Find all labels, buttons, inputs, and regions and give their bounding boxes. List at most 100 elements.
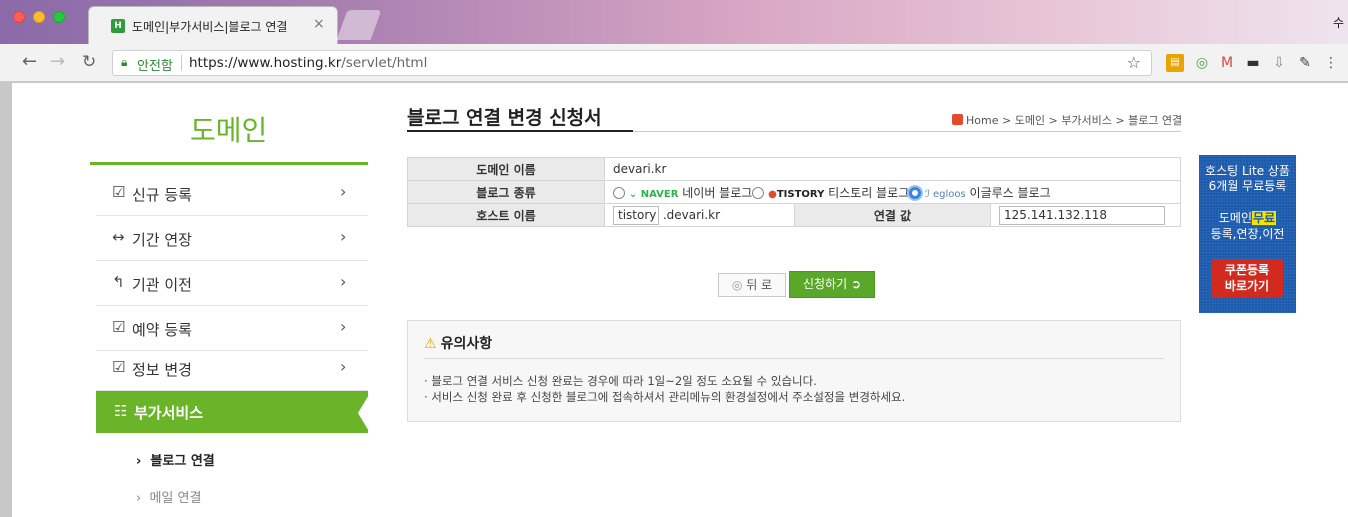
radio-tistory[interactable]	[752, 186, 765, 199]
sidebar-item-reservation[interactable]: ☑ 예약 등록 ›	[96, 306, 368, 351]
home-icon[interactable]	[952, 114, 963, 125]
page-title: 블로그 연결 변경 신청서	[407, 107, 602, 129]
lock-icon: 🔒︎	[121, 55, 128, 69]
apply-button-label: 신청하기	[802, 277, 848, 291]
reply-icon: ↰	[112, 273, 125, 291]
naver-brand-text: NAVER	[640, 188, 679, 200]
sidebar-item-label: 정보 변경	[132, 361, 192, 379]
divider	[181, 55, 182, 71]
site-favicon-icon: H	[111, 19, 125, 33]
banner-highlight: 무료	[1252, 211, 1277, 225]
host-cell: tistory .devari.kr	[604, 203, 795, 227]
table-row: 블로그 종류 ⌄ NAVER 네이버 블로그 ●TISTORY 티스토리 블로그…	[407, 180, 1181, 204]
minimize-window-button[interactable]	[33, 11, 45, 23]
url-host: https://www.hosting.kr	[189, 55, 342, 71]
host-suffix: .devari.kr	[662, 207, 721, 222]
extension-mask-icon[interactable]: ▬	[1244, 54, 1262, 72]
sidebar-item-renewal[interactable]: ↔ 기간 연장 ›	[96, 216, 368, 261]
sidebar-item-info-change[interactable]: ☑ 정보 변경 ›	[96, 346, 368, 391]
notice-divider	[424, 358, 1164, 359]
maximize-window-button[interactable]	[53, 11, 65, 23]
url-path: /servlet/html	[341, 55, 428, 71]
extension-refresh-icon[interactable]: ◎	[1193, 54, 1211, 72]
address-bar[interactable]: 🔒︎ 안전함 https://www.hosting.kr/servlet/ht…	[112, 50, 1152, 76]
banner-line: 도메인무료	[1199, 210, 1296, 226]
extension-rss-icon[interactable]: ▤	[1166, 54, 1184, 72]
tab-close-icon[interactable]: ×	[313, 16, 325, 32]
browser-toolbar: ← → ↻ 🔒︎ 안전함 https://www.hosting.kr/serv…	[0, 44, 1348, 82]
submenu-blog-link[interactable]: › 블로그 연결	[136, 450, 215, 469]
tistory-logo: ●TISTORY	[768, 188, 825, 200]
table-row: 도메인 이름 devari.kr	[407, 157, 1181, 181]
gmail-icon[interactable]: M	[1218, 54, 1236, 72]
browser-tab-active[interactable]: H 도메인|부가서비스|블로그 연결 ×	[88, 6, 338, 44]
edit-icon: ☑	[112, 318, 126, 336]
connection-value-input[interactable]: 125.141.132.118	[999, 205, 1165, 225]
sliders-icon: ☷	[114, 402, 128, 420]
title-underline	[407, 130, 633, 132]
blog-type-options: ⌄ NAVER 네이버 블로그 ●TISTORY 티스토리 블로그 ℐ eglo…	[604, 180, 1181, 204]
reload-icon[interactable]: ↻	[82, 52, 96, 72]
browser-titlebar: H 도메인|부가서비스|블로그 연결 × 수	[0, 0, 1348, 44]
back-arrow-icon[interactable]: ←	[22, 52, 37, 72]
back-button[interactable]: ◎ 뒤 로	[718, 273, 786, 297]
connection-cell: 125.141.132.118	[990, 203, 1181, 227]
radio-egloos[interactable]	[909, 186, 922, 199]
host-name-input[interactable]: tistory	[613, 205, 659, 225]
warning-icon: ⚠	[424, 336, 437, 352]
banner-line: 6개월 무료등록	[1208, 179, 1287, 193]
forward-arrow-icon[interactable]: →	[50, 52, 65, 72]
sidebar-title: 도메인	[190, 114, 268, 147]
notice-title-text: 유의사항	[440, 336, 493, 352]
radio-naver[interactable]	[613, 186, 625, 199]
banner-line-part: 도메인	[1218, 211, 1253, 225]
coupon-button-line: 쿠폰등록	[1224, 263, 1270, 277]
download-icon[interactable]: ⇩	[1270, 54, 1288, 72]
breadcrumb-text[interactable]: Home > 도메인 > 부가서비스 > 블로그 연결	[966, 114, 1182, 127]
promo-banner[interactable]: 호스팅 Lite 상품 6개월 무료등록 도메인무료 등록,연장,이전 쿠폰등록…	[1199, 155, 1296, 313]
sidebar-item-new-registration[interactable]: ☑ 신규 등록 ›	[96, 171, 368, 216]
domain-value: devari.kr	[604, 157, 1181, 181]
sidebar-item-transfer[interactable]: ↰ 기관 이전 ›	[96, 261, 368, 306]
naver-logo: ⌄ NAVER	[628, 188, 679, 200]
bookmark-star-icon[interactable]: ☆	[1127, 53, 1141, 72]
url-text[interactable]: https://www.hosting.kr/servlet/html	[189, 55, 427, 71]
chevron-right-icon: ›	[340, 317, 347, 336]
domain-label: 도메인 이름	[407, 157, 605, 181]
menu-dots-icon[interactable]: ⋮	[1322, 54, 1340, 72]
chevron-right-icon: ›	[340, 272, 347, 291]
banner-line: 등록,연장,이전	[1210, 227, 1285, 241]
sidebar-item-label: 기간 연장	[132, 231, 192, 249]
banner-line: 호스팅 Lite 상품	[1205, 164, 1290, 178]
secure-label: 안전함	[137, 59, 173, 74]
sidebar-item-label: 예약 등록	[132, 321, 192, 339]
host-label: 호스트 이름	[407, 203, 605, 227]
egloos-logo: ℐ egloos	[925, 188, 966, 200]
back-circle-icon: ◎	[731, 278, 743, 292]
coupon-button-line: 바로가기	[1224, 279, 1270, 293]
notice-box: ⚠ 유의사항 · 블로그 연결 서비스 신청 완료는 경우에 따라 1일~2일 정…	[407, 320, 1181, 422]
tab-title: 도메인|부가서비스|블로그 연결	[132, 20, 288, 34]
close-window-button[interactable]	[13, 11, 25, 23]
active-indicator	[358, 393, 370, 433]
sidebar-item-label: 기관 이전	[132, 276, 192, 294]
blog-type-label: 블로그 종류	[407, 180, 605, 204]
page-content: 도메인 ☑ 신규 등록 › ↔ 기간 연장 › ↰ 기관 이전 › ☑ 예약 등…	[12, 83, 1348, 517]
notice-line: · 서비스 신청 완료 후 신청한 블로그에 접속하셔서 관리메뉴의 환경설정에…	[424, 390, 906, 404]
submenu-mail-link[interactable]: › 메일 연결	[136, 487, 201, 506]
coupon-button[interactable]: 쿠폰등록 바로가기	[1211, 259, 1283, 297]
arrows-icon: ↔	[112, 228, 125, 246]
chevron-right-icon: ›	[340, 227, 347, 246]
table-row: 호스트 이름 tistory .devari.kr 연결 값 125.141.1…	[407, 203, 1181, 227]
eyedropper-icon[interactable]: ✎	[1296, 54, 1314, 72]
new-tab-button[interactable]	[336, 10, 382, 40]
apply-button[interactable]: 신청하기 ➲	[789, 271, 875, 298]
notice-title: ⚠ 유의사항	[424, 333, 492, 353]
chevron-right-icon: ›	[340, 182, 347, 201]
sidebar-divider	[90, 162, 368, 165]
profile-name[interactable]: 수	[1333, 14, 1344, 31]
chevron-right-icon: ›	[340, 357, 347, 376]
sidebar-item-additional-services[interactable]: ☷ 부가서비스	[96, 391, 368, 433]
tistory-label: 티스토리 블로그	[828, 185, 910, 200]
egloos-brand-text: egloos	[932, 188, 966, 200]
